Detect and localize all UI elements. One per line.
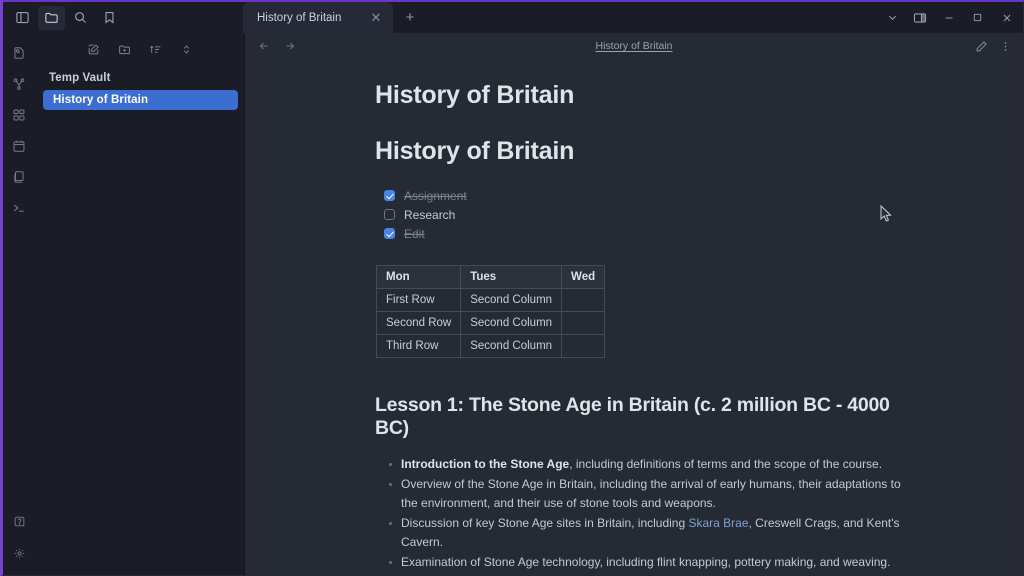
table-cell: Third Row [375,334,462,358]
list-item: Discussion of key Stone Age sites in Bri… [387,514,903,552]
list-item: Suggested resources for further study: “… [387,573,903,575]
titlebar-left-icons [3,2,243,33]
right-sidebar-toggle-icon[interactable] [905,2,934,33]
maximize-button[interactable] [963,2,992,33]
bullet-bold-lead: Introduction to the Stone Age [401,457,570,471]
window-controls [879,2,1023,33]
tab-label: History of Britain [257,11,342,24]
checkbox-checked-icon[interactable] [384,190,395,201]
note-content: History of Britain History of Britain As… [245,59,1023,575]
table-body: First Row Second Column Second Row Secon… [375,288,606,358]
canvas-icon[interactable] [6,103,32,127]
table-header-cell: Wed [561,265,606,289]
bullet-text: , including definitions of terms and the… [569,457,883,471]
sidebar-toggle-icon[interactable] [9,6,36,30]
help-icon[interactable] [6,509,32,533]
new-tab-button[interactable]: + [397,4,423,30]
bullet-text: Examination of Stone Age technology, inc… [401,555,891,569]
table-cell: First Row [375,288,462,312]
breadcrumb[interactable]: History of Britain [595,40,672,52]
close-button[interactable] [992,2,1021,33]
table-row: Second Row Second Column [375,311,606,335]
more-options-icon[interactable] [997,38,1013,54]
table-row: Third Row Second Column [375,334,606,358]
sort-order-icon[interactable] [146,40,164,58]
table-cell: Second Row [375,311,462,335]
table-cell: Second Column [460,288,563,312]
task-label: Research [404,207,456,222]
task-item[interactable]: Edit [384,224,903,243]
table-row: First Row Second Column [375,288,606,312]
templates-icon[interactable] [6,165,32,189]
note-bullet-list: Introduction to the Stone Age, including… [375,455,903,575]
forward-arrow-icon[interactable] [281,37,299,55]
table-header-cell: Mon [375,265,462,289]
daily-note-icon[interactable] [6,134,32,158]
quick-switcher-icon[interactable] [6,41,32,65]
table-header-cell: Tues [460,265,563,289]
task-item[interactable]: Assignment [384,186,903,205]
file-item-history-of-britain[interactable]: History of Britain [43,90,238,110]
tab-strip: History of Britain ✕ + [243,2,879,33]
left-ribbon [3,33,35,575]
list-item: Overview of the Stone Age in Britain, in… [387,475,903,513]
new-note-icon[interactable] [84,40,102,58]
view-header: History of Britain [245,33,1023,59]
task-label: Assignment [404,188,467,203]
body: Temp Vault History of Britain History of… [3,33,1023,575]
ribbon-bottom [6,509,32,575]
edit-pencil-icon[interactable] [973,38,989,54]
bullet-text: Overview of the Stone Age in Britain, in… [401,477,901,510]
titlebar: History of Britain ✕ + [3,2,1023,33]
back-arrow-icon[interactable] [255,37,273,55]
file-tree: Temp Vault History of Britain [35,59,244,110]
graph-view-icon[interactable] [6,72,32,96]
obsidian-window: History of Britain ✕ + Temp Vault Histor… [0,0,1024,576]
internal-link-skara-brae[interactable]: Skara Brae [688,516,748,530]
file-explorer-toolbar [35,33,244,59]
folder-icon[interactable] [38,5,65,30]
checkbox-checked-icon[interactable] [384,228,395,239]
table-cell: Second Column [460,334,563,358]
settings-icon[interactable] [6,541,32,565]
table-cell [561,288,606,312]
close-icon[interactable]: ✕ [367,9,385,27]
chevron-down-icon[interactable] [879,2,905,33]
bookmark-icon[interactable] [96,6,123,30]
collapse-all-icon[interactable] [177,40,195,58]
note-heading-1: History of Britain [375,137,575,165]
editor-pane: History of Britain History of Britain Hi… [245,33,1023,575]
terminal-icon[interactable] [6,196,32,220]
table-cell: Second Column [460,311,563,335]
search-icon[interactable] [67,6,94,30]
new-folder-icon[interactable] [115,40,133,58]
bullet-text-pre: Discussion of key Stone Age sites in Bri… [401,516,689,530]
checkbox-unchecked-icon[interactable] [384,209,395,220]
list-item: Examination of Stone Age technology, inc… [387,553,903,572]
file-explorer: Temp Vault History of Britain [35,33,245,575]
navigation-arrows [255,37,299,55]
tab-history-of-britain[interactable]: History of Britain ✕ [243,2,393,33]
note-heading-2: Lesson 1: The Stone Age in Britain (c. 2… [375,394,890,439]
task-list: Assignment Research Edit [375,186,903,243]
table-cell [561,311,606,335]
note-scroll-area[interactable]: History of Britain History of Britain As… [245,59,1023,575]
table-header-row: Mon Tues Wed [375,265,606,289]
view-actions [973,38,1013,54]
view-title-wrap: History of Britain [245,40,1023,52]
vault-name: Temp Vault [49,72,111,84]
minimize-button[interactable] [934,2,963,33]
list-item: Introduction to the Stone Age, including… [387,455,903,474]
task-item[interactable]: Research [384,205,903,224]
note-title: History of Britain [375,81,575,109]
note-table: Mon Tues Wed First Row Second Column Sec… [375,265,606,358]
task-label: Edit [404,226,425,241]
table-head: Mon Tues Wed [375,265,606,289]
table-cell [561,334,606,358]
